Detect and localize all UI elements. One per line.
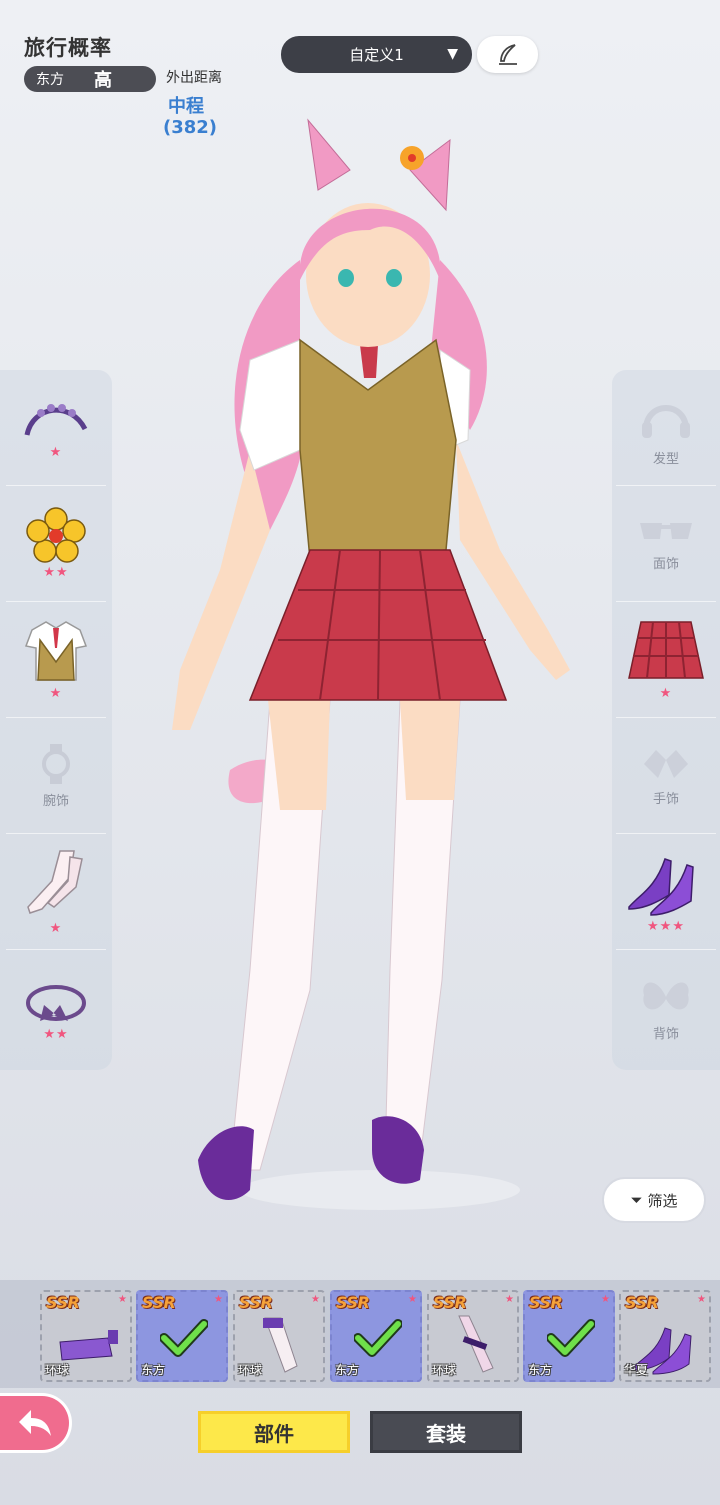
star-icon: ★ <box>311 1294 320 1305</box>
slot-skirt[interactable]: ★ <box>616 602 716 718</box>
rarity-badge: SSR <box>625 1293 659 1312</box>
item-origin: 东方 <box>528 1363 553 1377</box>
slot-label: 发型 <box>652 452 679 467</box>
star-icon: ★ <box>118 1294 127 1305</box>
item-origin: 东方 <box>141 1363 166 1377</box>
slot-flower-hairpin[interactable]: ★★ <box>6 486 106 602</box>
slot-label: 面饰 <box>652 557 679 572</box>
slot-ribbon[interactable]: ★★ <box>6 950 106 1066</box>
slot-school-uniform[interactable]: ★ <box>6 602 106 718</box>
check-icon <box>160 1319 208 1357</box>
region-label: 东方 <box>36 72 64 88</box>
check-icon <box>547 1319 595 1357</box>
item-card[interactable]: SSR ★ 环球 <box>427 1290 519 1382</box>
slot-heels[interactable]: ★★★ <box>616 834 716 950</box>
slot-stars: ★ <box>49 445 63 460</box>
plaid-skirt-icon <box>628 621 704 679</box>
preset-dropdown[interactable]: 自定义1 ▼ <box>281 36 472 73</box>
item-origin: 环球 <box>238 1363 263 1377</box>
item-card[interactable]: SSR ★ 东方 <box>523 1290 615 1382</box>
distance-label: 外出距离 <box>166 70 222 86</box>
item-origin: 环球 <box>432 1363 457 1377</box>
item-card[interactable]: SSR ★ 华夏 <box>619 1290 711 1382</box>
item-origin: 东方 <box>335 1363 360 1377</box>
watch-icon <box>42 744 70 784</box>
left-accessory-panel: ★ ★★ ★ 腕饰 ★ ★★ <box>0 370 112 1070</box>
slot-stars: ★★ <box>43 1026 69 1042</box>
travel-probability-title: 旅行概率 <box>24 36 112 60</box>
headband-icon <box>24 404 88 436</box>
hair-icon <box>642 405 690 438</box>
item-origin: 环球 <box>45 1363 70 1377</box>
filter-icon: ⏷ <box>630 1191 643 1209</box>
rarity-badge: SSR <box>529 1293 563 1312</box>
gloves-icon <box>644 750 688 778</box>
slot-headband[interactable]: ★ <box>6 370 106 486</box>
purple-heels-icon <box>628 858 694 916</box>
slot-stars: ★ <box>49 921 63 936</box>
star-icon: ★ <box>408 1294 417 1305</box>
tab-sets[interactable]: 套装 <box>370 1411 522 1453</box>
slot-hand[interactable]: 手饰 <box>616 718 716 834</box>
rarity-badge: SSR <box>239 1293 273 1312</box>
filter-label: 筛选 <box>647 1191 678 1210</box>
rarity-badge: SSR <box>336 1293 370 1312</box>
slot-stockings[interactable]: ★ <box>6 834 106 950</box>
slot-face[interactable]: 面饰 <box>616 486 716 602</box>
back-button[interactable] <box>0 1393 72 1453</box>
item-card[interactable]: SSR ★ 东方 <box>330 1290 422 1382</box>
check-icon <box>354 1319 402 1357</box>
item-card[interactable]: SSR ★ 环球 <box>40 1290 132 1382</box>
star-icon: ★ <box>505 1294 514 1305</box>
ribbon-icon <box>26 984 86 1021</box>
rarity-badge: SSR <box>433 1293 467 1312</box>
filter-button[interactable]: ⏷ 筛选 <box>602 1177 706 1223</box>
rename-button[interactable] <box>477 36 538 73</box>
right-accessory-panel: 发型 面饰 ★ 手饰 ★★★ 背饰 <box>612 370 720 1070</box>
glasses-icon <box>640 523 692 539</box>
slot-wrist[interactable]: 腕饰 <box>6 718 106 834</box>
slot-label: 手饰 <box>652 792 679 807</box>
slot-label: 背饰 <box>652 1026 679 1042</box>
rarity-badge: SSR <box>46 1293 80 1312</box>
slot-back[interactable]: 背饰 <box>616 950 716 1066</box>
slot-label: 腕饰 <box>42 794 69 809</box>
wings-icon <box>643 981 689 1009</box>
probability-level: 高 <box>94 70 112 91</box>
star-icon: ★ <box>601 1294 610 1305</box>
tab-parts[interactable]: 部件 <box>198 1411 350 1453</box>
region-level-badge: 东方 高 <box>24 66 156 92</box>
slot-hair[interactable]: 发型 <box>616 370 716 486</box>
star-icon: ★ <box>214 1294 223 1305</box>
slot-stars: ★ <box>659 686 673 701</box>
dropdown-arrow-icon: ▼ <box>447 46 458 62</box>
slot-stars: ★★ <box>43 565 69 580</box>
item-card[interactable]: SSR ★ 东方 <box>136 1290 228 1382</box>
stockings-icon <box>27 850 83 914</box>
item-card[interactable]: SSR ★ 环球 <box>233 1290 325 1382</box>
item-origin: 华夏 <box>624 1363 649 1377</box>
slot-stars: ★ <box>49 686 63 701</box>
back-arrow-icon <box>18 1410 51 1436</box>
flower-icon <box>26 507 86 563</box>
slot-stars: ★★★ <box>647 919 685 934</box>
rarity-badge: SSR <box>142 1293 176 1312</box>
feather-pen-icon <box>498 43 517 65</box>
star-icon: ★ <box>697 1294 706 1305</box>
character-model[interactable] <box>150 110 590 1220</box>
uniform-vest-icon <box>24 621 88 681</box>
preset-label: 自定义1 <box>349 46 404 64</box>
